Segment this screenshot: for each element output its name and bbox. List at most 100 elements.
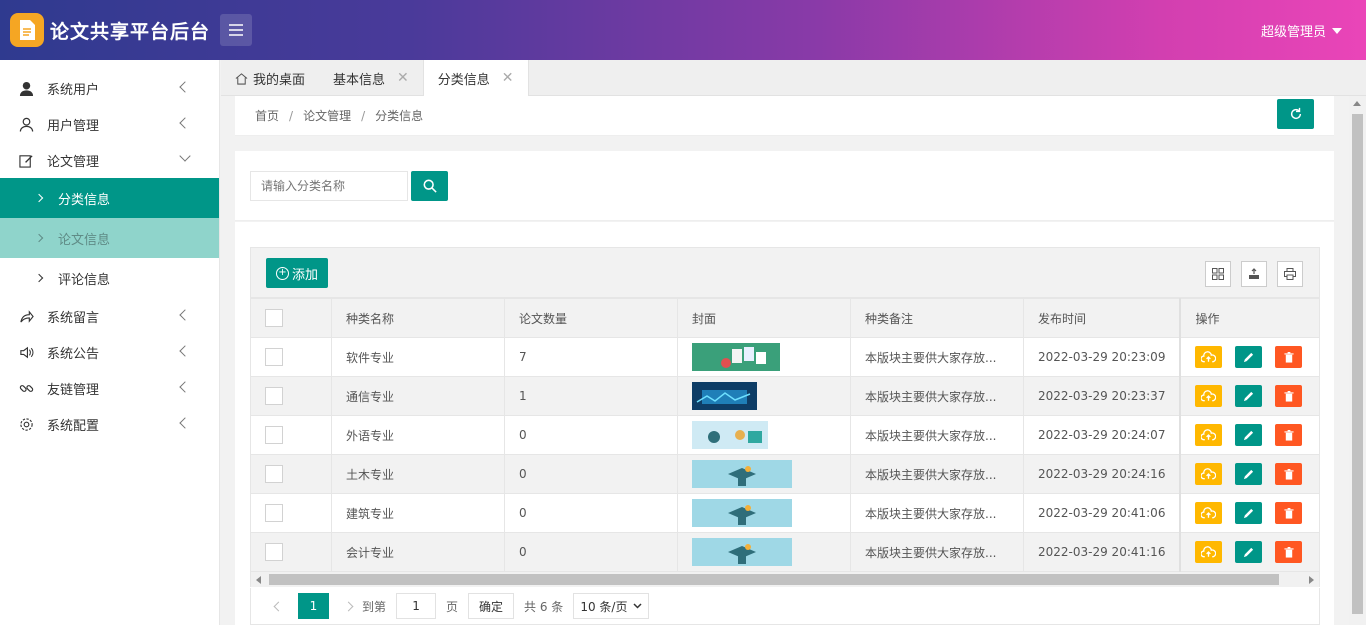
- delete-button[interactable]: [1275, 424, 1303, 446]
- upload-button[interactable]: [1195, 463, 1223, 485]
- breadcrumb-paper-management[interactable]: 论文管理: [303, 109, 351, 123]
- horizontal-scrollbar[interactable]: [250, 572, 1320, 587]
- row-select-cell[interactable]: [250, 376, 332, 416]
- tab-basic-info[interactable]: 基本信息 ✕: [319, 60, 423, 96]
- close-icon[interactable]: ✕: [397, 70, 409, 86]
- edit-button[interactable]: [1235, 463, 1263, 485]
- cell-category-name: 外语专业: [331, 415, 505, 455]
- edit-button[interactable]: [1235, 502, 1263, 524]
- tab-label: 基本信息: [333, 72, 386, 88]
- row-select-cell[interactable]: [250, 532, 332, 572]
- table-toolbar: + 添加: [250, 247, 1320, 298]
- delete-button[interactable]: [1275, 346, 1303, 368]
- goto-confirm-button[interactable]: 确定: [468, 593, 515, 619]
- sidebar-subitem-comment-info[interactable]: 评论信息: [0, 258, 219, 298]
- goto-page-input[interactable]: 1: [396, 593, 437, 619]
- page-vertical-scrollbar[interactable]: [1349, 96, 1366, 625]
- close-icon[interactable]: ✕: [502, 70, 514, 86]
- chevron-right-icon: [34, 233, 44, 243]
- scroll-thumb[interactable]: [1352, 114, 1363, 614]
- cover-image: [692, 421, 836, 449]
- cell-paper-count: 7: [504, 337, 678, 377]
- column-header: 论文数量: [504, 298, 678, 338]
- prev-page-icon[interactable]: [273, 601, 284, 611]
- edit-button[interactable]: [1235, 424, 1263, 446]
- column-header: 种类名称: [331, 298, 505, 338]
- print-button[interactable]: [1277, 261, 1303, 287]
- table-row: 建筑专业 0 本版块主要供大家存放... 2022-03-29 20:41:06: [250, 493, 1321, 533]
- chevron-down-icon: [633, 603, 642, 609]
- scroll-up-icon[interactable]: [1353, 101, 1361, 106]
- sidebar-subitem-label: 论文信息: [58, 232, 111, 248]
- delete-button[interactable]: [1275, 541, 1303, 563]
- upload-button[interactable]: [1195, 424, 1223, 446]
- page-size-select[interactable]: 10 条/页: [573, 593, 650, 619]
- cell-cover: [677, 337, 851, 377]
- row-checkbox[interactable]: [265, 348, 283, 366]
- scroll-right-icon[interactable]: [1309, 576, 1314, 584]
- row-select-cell[interactable]: [250, 337, 332, 377]
- row-select-cell[interactable]: [250, 415, 332, 455]
- chevron-left-icon: [179, 381, 191, 393]
- delete-button[interactable]: [1275, 463, 1303, 485]
- columns-filter-button[interactable]: [1205, 261, 1231, 287]
- chevron-left-icon: [179, 309, 191, 321]
- refresh-button[interactable]: [1277, 99, 1314, 129]
- row-checkbox[interactable]: [265, 504, 283, 522]
- row-select-cell[interactable]: [250, 493, 332, 533]
- tab-category-info[interactable]: 分类信息 ✕: [422, 60, 529, 96]
- sidebar-item-system-users[interactable]: 系统用户: [0, 70, 219, 106]
- tab-my-desktop[interactable]: 我的桌面: [221, 60, 319, 96]
- menu-toggle-button[interactable]: [220, 14, 252, 46]
- current-page[interactable]: 1: [298, 593, 329, 619]
- category-search-input[interactable]: [250, 171, 408, 201]
- page-unit-label: 页: [446, 599, 459, 614]
- cell-remark: 本版块主要供大家存放...: [850, 337, 1024, 377]
- upload-button[interactable]: [1195, 346, 1223, 368]
- goto-label: 到第: [362, 599, 387, 614]
- delete-button[interactable]: [1275, 385, 1303, 407]
- sidebar-item-system-config[interactable]: 系统配置: [0, 406, 219, 442]
- scroll-thumb[interactable]: [269, 574, 1279, 585]
- header-select-all[interactable]: [250, 298, 332, 338]
- user-menu[interactable]: 超级管理员: [1261, 21, 1342, 40]
- cell-cover: [677, 415, 851, 455]
- cell-cover: [677, 376, 851, 416]
- breadcrumb-separator: /: [361, 109, 366, 123]
- upload-button[interactable]: [1195, 385, 1223, 407]
- upload-button[interactable]: [1195, 502, 1223, 524]
- breadcrumb-current: 分类信息: [375, 109, 424, 123]
- sidebar-subitem-paper-info[interactable]: 论文信息: [0, 218, 219, 258]
- sidebar-item-friend-links[interactable]: 友链管理: [0, 370, 219, 406]
- row-checkbox[interactable]: [265, 426, 283, 444]
- edit-button[interactable]: [1235, 346, 1263, 368]
- edit-button[interactable]: [1235, 385, 1263, 407]
- breadcrumb-home[interactable]: 首页: [255, 109, 279, 123]
- cell-paper-count: 0: [504, 532, 678, 572]
- cover-image: [692, 382, 836, 410]
- search-button[interactable]: [411, 171, 448, 201]
- table-row: 软件专业 7 本版块主要供大家存放... 2022-03-29 20:23:09: [250, 337, 1321, 377]
- upload-button[interactable]: [1195, 541, 1223, 563]
- export-button[interactable]: [1241, 261, 1267, 287]
- scroll-left-icon[interactable]: [256, 576, 261, 584]
- sidebar-item-label: 系统用户: [47, 82, 100, 98]
- trash-icon: [1284, 468, 1294, 480]
- next-page-icon[interactable]: [343, 601, 354, 611]
- row-checkbox[interactable]: [265, 387, 283, 405]
- row-select-cell[interactable]: [250, 454, 332, 494]
- sidebar-subitem-category-info[interactable]: 分类信息: [0, 178, 219, 218]
- cloud-upload-icon: [1201, 390, 1217, 402]
- sidebar-item-label: 用户管理: [47, 118, 100, 134]
- row-checkbox[interactable]: [265, 543, 283, 561]
- sidebar-item-user-management[interactable]: 用户管理: [0, 106, 219, 142]
- select-all-checkbox[interactable]: [265, 309, 283, 327]
- row-checkbox[interactable]: [265, 465, 283, 483]
- sidebar-item-system-notice[interactable]: 系统公告: [0, 334, 219, 370]
- edit-button[interactable]: [1235, 541, 1263, 563]
- pagination: 1 到第 1 页 确定 共 6 条 10 条/页: [250, 588, 1320, 625]
- sidebar-item-paper-management[interactable]: 论文管理: [0, 142, 219, 178]
- sidebar-item-system-messages[interactable]: 系统留言: [0, 298, 219, 334]
- delete-button[interactable]: [1275, 502, 1303, 524]
- add-button[interactable]: + 添加: [266, 258, 329, 288]
